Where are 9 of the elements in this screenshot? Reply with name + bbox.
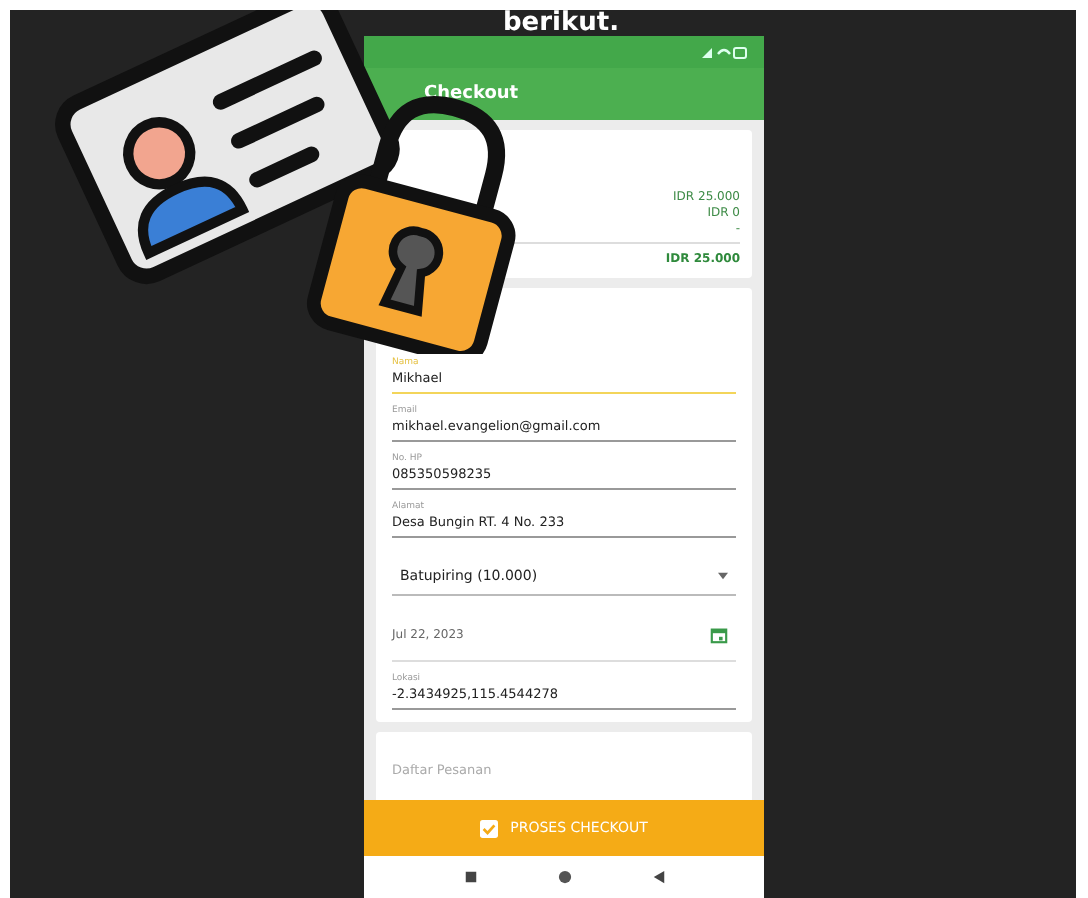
- home-icon[interactable]: [557, 870, 571, 884]
- status-icons: [700, 44, 748, 60]
- checkbox-icon: [480, 819, 499, 837]
- back-icon[interactable]: [651, 870, 665, 884]
- screen-title: Checkout: [424, 84, 519, 104]
- caret-icon: [718, 572, 728, 580]
- caption-text: berikut.: [502, 10, 620, 36]
- calendar-icon: [710, 626, 728, 644]
- recents-icon[interactable]: [463, 870, 477, 884]
